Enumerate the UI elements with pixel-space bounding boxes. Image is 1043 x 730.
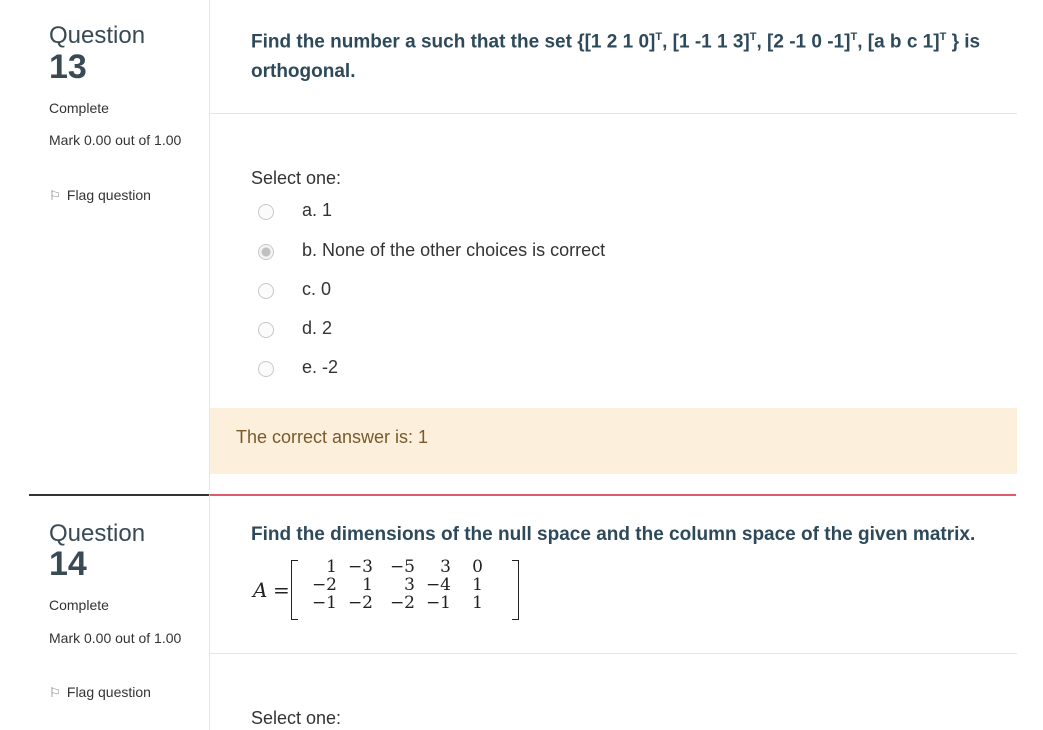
question-text-part: , [a b c 1] (857, 31, 940, 53)
answer-option-d[interactable]: d. 2 (258, 318, 858, 342)
matrix-cell: 1 (472, 593, 483, 613)
question-number: 14 (49, 545, 87, 583)
question-content: Find the dimensions of the null space an… (209, 494, 1017, 730)
flag-question-link[interactable]: ⚐ Flag question (49, 684, 151, 701)
matrix-cell: −2 (311, 575, 337, 595)
answer-option-label: d. 2 (302, 318, 333, 338)
answer-option-label: e. -2 (302, 357, 339, 377)
matrix-cell: 0 (472, 557, 483, 577)
matrix-cell: 1 (362, 575, 373, 595)
radio-button[interactable] (258, 322, 274, 338)
matrix-row: 1 −3 −5 3 0 (301, 558, 511, 576)
flag-icon: ⚐ (49, 685, 61, 700)
radio-button[interactable] (258, 204, 274, 220)
answer-option-c[interactable]: c. 0 (258, 279, 858, 303)
flag-question-label: Flag question (66, 684, 151, 700)
matrix-cell: −5 (389, 557, 415, 577)
question-grade: Mark 0.00 out of 1.00 (49, 630, 182, 646)
matrix-entries: 1 −3 −5 3 0 −2 1 3 −4 1 −1 −2 −2 −1 1 (301, 558, 511, 612)
question-label: Question (49, 520, 146, 547)
flag-icon: ⚐ (49, 188, 61, 203)
matrix-cell: −2 (389, 593, 415, 613)
question-text: Find the dimensions of the null space an… (251, 524, 976, 545)
answer-option-a[interactable]: a. 1 (258, 200, 858, 224)
matrix-cell: 3 (404, 575, 415, 595)
select-one-prompt: Select one: (251, 708, 342, 728)
matrix-cell: −2 (347, 593, 373, 613)
matrix-name: A (253, 578, 268, 602)
radio-button[interactable] (258, 283, 274, 299)
correct-answer-text: The correct answer is: 1 (236, 427, 429, 447)
answer-option-label: a. 1 (302, 200, 333, 220)
question-text: Find the number a such that the set {[1 … (251, 22, 991, 87)
flag-question-link[interactable]: ⚐ Flag question (49, 187, 151, 204)
question-text-part: , [1 -1 1 3] (662, 31, 750, 53)
divider (210, 113, 1017, 114)
matrix-equals: = (273, 578, 290, 602)
question-13: Question 13 Complete Mark 0.00 out of 1.… (0, 0, 1043, 490)
matrix-cell: 1 (472, 575, 483, 595)
matrix-row: −1 −2 −2 −1 1 (301, 594, 511, 612)
matrix-row: −2 1 3 −4 1 (301, 576, 511, 594)
matrix-cell: 3 (440, 557, 451, 577)
select-one-prompt: Select one: (251, 168, 342, 188)
question-14: Question 14 Complete Mark 0.00 out of 1.… (0, 494, 1043, 730)
radio-button-selected[interactable] (258, 244, 274, 260)
matrix-right-bracket (512, 560, 519, 620)
question-state: Complete (49, 597, 109, 613)
answer-option-e[interactable]: e. -2 (258, 357, 858, 381)
question-grade: Mark 0.00 out of 1.00 (49, 132, 182, 148)
question-label: Question (49, 22, 146, 49)
question-info: Question 14 Complete Mark 0.00 out of 1.… (29, 494, 209, 730)
question-info: Question 13 Complete Mark 0.00 out of 1.… (29, 0, 209, 490)
answer-option-label: b. None of the other choices is correct (302, 240, 606, 260)
matrix-cell: −1 (311, 593, 337, 613)
matrix-cell: −1 (425, 593, 451, 613)
matrix-cell: 1 (326, 557, 337, 577)
matrix-left-bracket (291, 560, 298, 620)
matrix-cell: −3 (347, 557, 373, 577)
matrix-cell: −4 (425, 575, 451, 595)
answer-option-label: c. 0 (302, 279, 332, 299)
feedback-box: The correct answer is: 1 (210, 408, 1017, 474)
flag-question-label: Flag question (66, 187, 151, 203)
question-content: Find the number a such that the set {[1 … (209, 0, 1017, 490)
question-number: 13 (49, 48, 87, 86)
answer-option-b[interactable]: b. None of the other choices is correct (258, 240, 858, 264)
radio-button[interactable] (258, 361, 274, 377)
question-state: Complete (49, 100, 109, 116)
divider (210, 653, 1017, 654)
question-text-part: Find the number a such that the set {[1 … (251, 31, 656, 53)
question-text-part: , [2 -1 0 -1] (756, 31, 851, 53)
